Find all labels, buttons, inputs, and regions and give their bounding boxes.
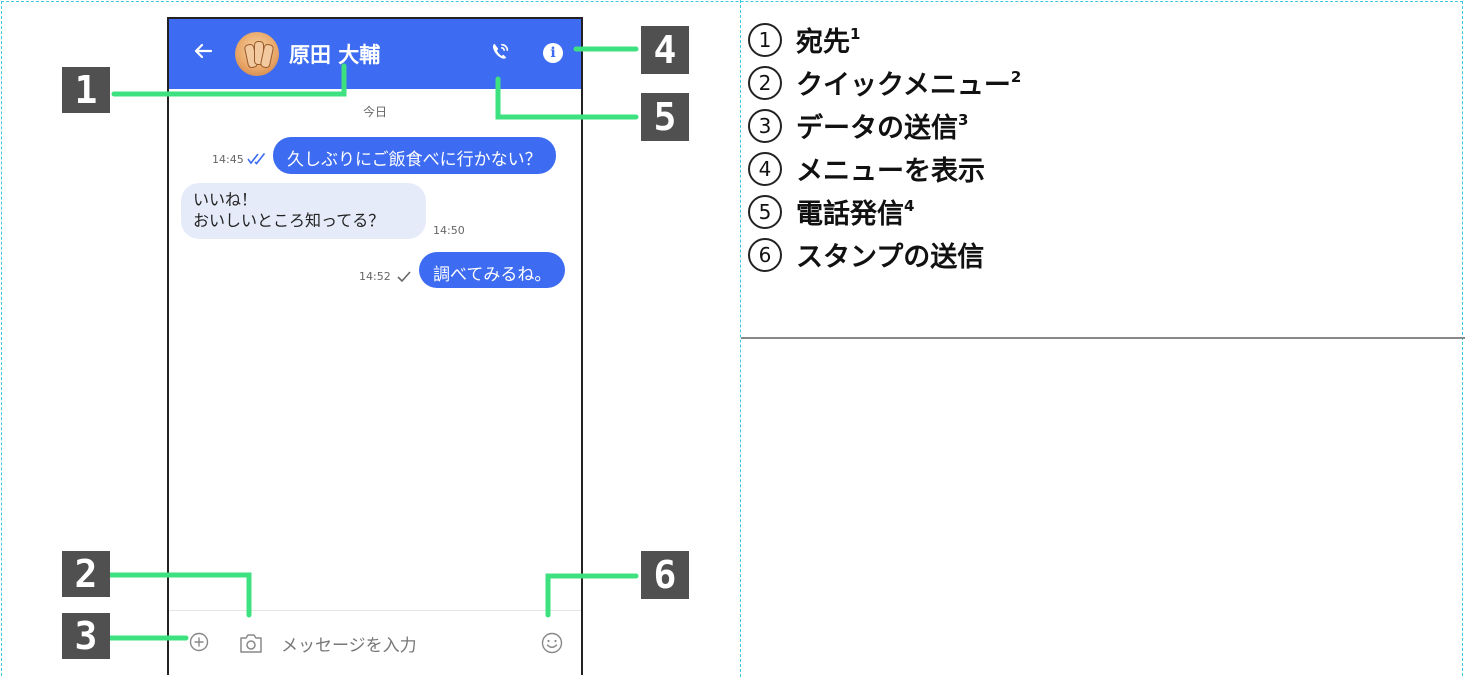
legend-label: データの送信: [796, 113, 958, 144]
legend-note: 4: [904, 196, 915, 215]
callout-badge-5: 5: [641, 93, 689, 141]
legend-item: 4 メニューを表示: [748, 147, 1463, 190]
legend-item: 6 スタンプの送信: [748, 233, 1463, 276]
legend-label: 電話発信: [796, 199, 904, 230]
legend-number: 6: [748, 237, 782, 272]
legend-label: メニューを表示: [796, 156, 985, 187]
callout-leader-lines: [107, 46, 639, 641]
legend-note: 3: [958, 110, 969, 129]
legend-number: 4: [748, 151, 782, 186]
callout-badge-6: 6: [641, 551, 689, 599]
legend-item: 2 クイックメニュー 2: [748, 61, 1463, 104]
legend-number: 5: [748, 194, 782, 229]
legend-item: 1 宛先 1: [748, 18, 1463, 61]
legend-number: 2: [748, 65, 782, 100]
callout-badge-3: 3: [62, 613, 110, 659]
legend-note: 2: [1010, 67, 1022, 86]
legend-label: スタンプの送信: [796, 242, 985, 273]
callout-badge-2: 2: [62, 551, 110, 597]
legend-label: 宛先: [796, 27, 850, 58]
legend-list: 1 宛先 1 2 クイックメニュー 2 3 データの送信 3 4 メニューを表示…: [748, 18, 1463, 276]
callout-badge-4: 4: [641, 26, 689, 74]
legend-label: クイックメニュー: [796, 70, 1011, 101]
legend-divider: [741, 337, 1465, 339]
legend-note: 1: [850, 24, 861, 43]
legend-number: 3: [748, 108, 782, 143]
legend-item: 3 データの送信 3: [748, 104, 1463, 147]
callout-badge-1: 1: [62, 67, 110, 113]
legend-item: 5 電話発信 4: [748, 190, 1463, 233]
legend-number: 1: [748, 22, 782, 57]
